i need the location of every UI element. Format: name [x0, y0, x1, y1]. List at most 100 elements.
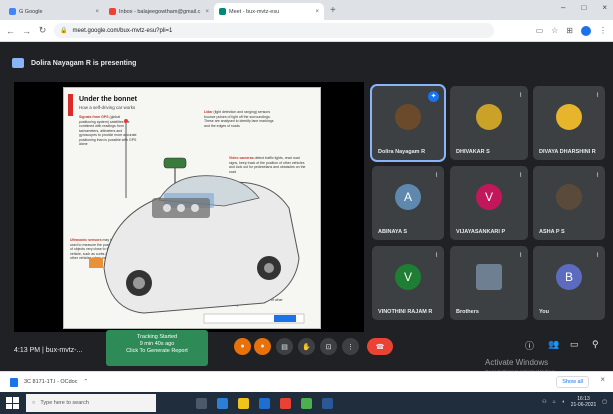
captions-icon[interactable]: ▤ [276, 338, 293, 355]
profile-avatar[interactable] [581, 25, 591, 36]
reload-icon[interactable]: ↻ [38, 25, 47, 36]
extensions-icon[interactable]: ⊞ [566, 26, 573, 35]
word-icon[interactable] [322, 397, 333, 409]
participant-name: DIVAYA DHARSHINI R [539, 149, 596, 155]
participant-tile[interactable]: ⌇ ASHA P S [533, 166, 605, 240]
avatar [556, 104, 582, 131]
mic-off-icon: ⌇ [519, 93, 522, 99]
file-explorer-icon[interactable] [238, 397, 249, 409]
mic-off-icon: ⌇ [596, 253, 599, 259]
participant-tile[interactable]: V ⌇ VIJAYASANKARI P [450, 166, 528, 240]
close-download-bar-icon[interactable]: × [600, 375, 605, 384]
forward-icon[interactable]: → [22, 26, 31, 36]
taskbar-search-placeholder: Type here to search [40, 400, 89, 406]
avatar: A [395, 184, 421, 211]
extension-icon[interactable]: ● [234, 338, 251, 355]
participant-name: ABINAYA S [378, 229, 408, 235]
participant-name: You [539, 309, 549, 315]
mic-off-icon: ⌇ [596, 93, 599, 99]
clock[interactable]: 16:13 21-06-2021 [571, 396, 597, 408]
url-input[interactable]: 🔒 meet.google.com/bux-mvtz-esu?pli=1 [54, 23, 494, 38]
avatar: V [395, 264, 421, 291]
avatar [556, 184, 582, 211]
menu-icon[interactable]: ⋮ [599, 26, 607, 35]
minimize-button[interactable]: – [561, 3, 565, 12]
activities-icon[interactable]: ⚲ [592, 339, 599, 350]
google-favicon-icon [9, 8, 16, 15]
new-tab-button[interactable]: + [330, 5, 336, 16]
back-icon[interactable]: ← [6, 26, 15, 36]
tab-gmail[interactable]: Inbox - balajeegowtham@gmail.c × [104, 3, 214, 20]
info-icon[interactable]: ⓘ [525, 339, 534, 352]
presenter-text: Dolira Nayagam R is presenting [31, 59, 137, 67]
participant-name: ASHA P S [539, 229, 565, 235]
extension-icon[interactable]: ● [254, 338, 271, 355]
camera-permission-icon[interactable]: ▭ [536, 26, 544, 35]
maximize-button[interactable]: □ [581, 3, 586, 12]
app-icon[interactable] [301, 397, 312, 409]
more-options-icon[interactable]: ⋮ [342, 338, 359, 355]
avatar [476, 104, 502, 131]
search-icon: ○ [32, 400, 36, 406]
window-controls: – □ × [561, 3, 607, 12]
download-item[interactable]: 3C 8171-1T.I - OCdoc [24, 379, 78, 385]
participant-tile[interactable]: ✦ Dolira Nayagam R [370, 84, 446, 162]
close-tab-icon[interactable]: × [95, 9, 99, 15]
chat-icon[interactable]: ▭ [570, 339, 579, 350]
presenting-banner: Dolira Nayagam R is presenting [12, 53, 272, 73]
meeting-time-code: 4:13 PM | bux-mvtz-... [14, 347, 83, 354]
notifications-icon[interactable]: ▢ [602, 399, 607, 405]
close-tab-icon[interactable]: × [205, 9, 209, 15]
system-tray: ⚇ ⌂ ◖ 16:13 21-06-2021 ▢ [542, 396, 607, 408]
tracking-popup[interactable]: Tracking Started 9 min 40s ago Click To … [106, 330, 208, 366]
generate-report-link[interactable]: Click To Generate Report [106, 348, 208, 355]
chevron-up-icon[interactable]: ⌃ [84, 379, 89, 385]
tracking-elapsed: 9 min 40s ago [139, 341, 175, 347]
clock-date: 21-06-2021 [570, 402, 597, 408]
volume-icon[interactable]: ◖ [562, 399, 565, 405]
participant-tile[interactable]: V ⌇ VINOTHINI RAJAM R [372, 246, 444, 320]
participant-name: DHIVAKAR S [456, 149, 490, 155]
mic-off-icon: ⌇ [435, 253, 438, 259]
windows-start-icon[interactable] [6, 397, 20, 409]
activate-windows-title: Activate Windows [485, 358, 549, 367]
avatar: V [476, 184, 502, 211]
download-bar: 3C 8171-1T.I - OCdoc ⌃ [0, 371, 613, 392]
leave-call-button[interactable]: ☎ [367, 338, 393, 355]
participant-tile[interactable]: ⌇ DIVAYA DHARSHINI R [533, 86, 605, 160]
edge-icon[interactable] [217, 397, 228, 409]
close-tab-icon[interactable]: × [315, 9, 319, 15]
mic-off-icon: ⌇ [519, 253, 522, 259]
tab-label: Meet - bux-mvtz-esu [229, 8, 280, 15]
participant-tile[interactable]: A ⌇ ABINAYA S [372, 166, 444, 240]
avatar: B [556, 264, 582, 291]
url-text: meet.google.com/bux-mvtz-esu?pli=1 [72, 27, 173, 34]
raise-hand-icon[interactable]: ✋ [298, 338, 315, 355]
meet-favicon-icon [219, 8, 226, 15]
close-window-button[interactable]: × [602, 3, 607, 12]
participant-tile[interactable]: ⌇ DHIVAKAR S [450, 86, 528, 160]
tab-label: Inbox - balajeegowtham@gmail.c [119, 8, 201, 15]
avatar [476, 264, 502, 291]
participant-name: Brothers [456, 309, 479, 315]
present-screen-icon [12, 58, 24, 68]
participant-tile[interactable]: ⌇ Brothers [450, 246, 528, 320]
network-icon[interactable]: ⌂ [553, 399, 556, 405]
star-icon[interactable]: ☆ [551, 26, 558, 35]
participant-tile-self[interactable]: B ⌇ You [533, 246, 605, 320]
pin-icon[interactable]: ✦ [428, 91, 439, 102]
show-all-button[interactable]: Show all [556, 376, 589, 388]
screen: G Google × Inbox - balajeegowtham@gmail.… [0, 0, 613, 414]
tab-google[interactable]: G Google × [4, 3, 104, 20]
store-icon[interactable] [259, 397, 270, 409]
gmail-favicon-icon [109, 8, 116, 15]
people-tray-icon[interactable]: ⚇ [542, 399, 546, 405]
tracking-status: Tracking Started [136, 334, 178, 340]
task-view-icon[interactable] [196, 397, 207, 409]
participant-name: VINOTHINI RAJAM R [378, 309, 433, 315]
taskbar-search[interactable]: ○ Type here to search [26, 394, 156, 412]
present-now-icon[interactable]: ⊡ [320, 338, 337, 355]
tab-meet[interactable]: Meet - bux-mvtz-esu × [214, 3, 324, 20]
people-icon[interactable]: 👥 [548, 339, 559, 350]
chrome-icon[interactable] [280, 397, 291, 409]
